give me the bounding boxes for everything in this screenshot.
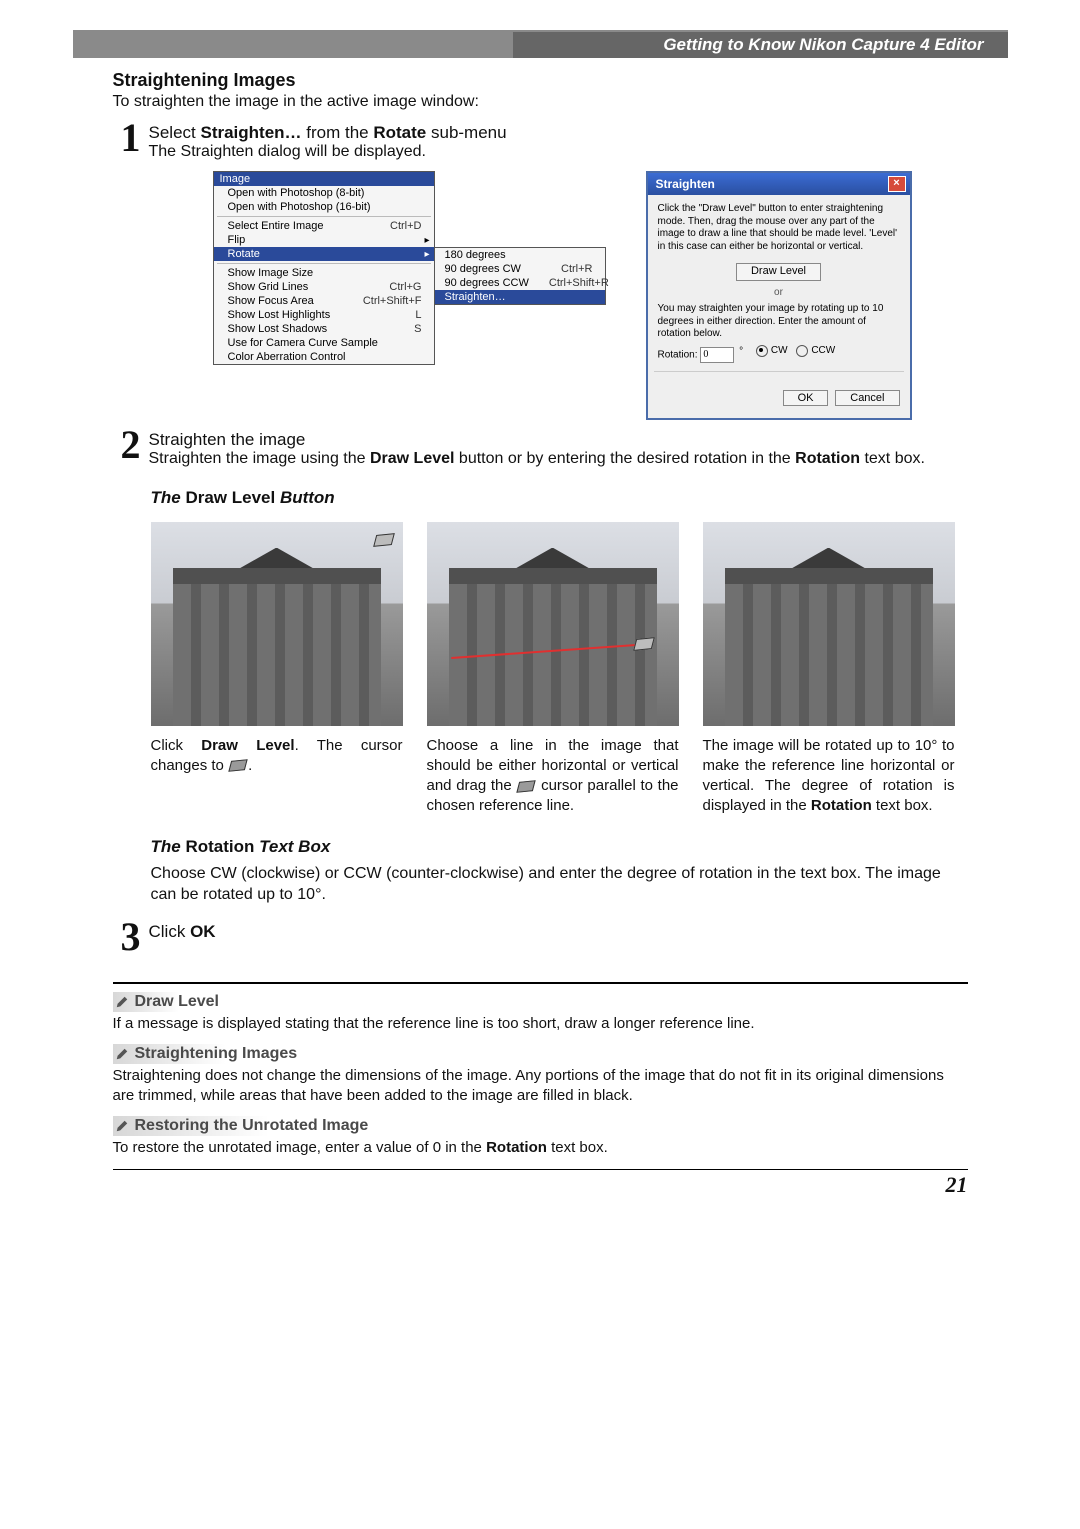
step2-title: Straighten the image: [149, 430, 968, 450]
menu-select-all[interactable]: Select Entire ImageCtrl+D: [214, 219, 434, 233]
dialog-msg2: You may straighten your image by rotatin…: [658, 303, 900, 341]
section-title: Straightening Images: [113, 70, 968, 91]
rotate-submenu: 180 degrees 90 degrees CWCtrl+R 90 degre…: [434, 247, 606, 305]
ccw-radio[interactable]: CCW: [796, 345, 835, 358]
photo-after: [703, 522, 955, 726]
menu-show-focus[interactable]: Show Focus AreaCtrl+Shift+F: [214, 294, 434, 308]
figure-menu-and-dialog: Image Open with Photoshop (8-bit) Open w…: [213, 171, 968, 420]
note-body-restoring: To restore the unrotated image, enter a …: [113, 1138, 968, 1158]
chevron-right-icon: ▸: [424, 249, 429, 260]
submenu-180[interactable]: 180 degrees: [435, 248, 605, 262]
submenu-90cw[interactable]: 90 degrees CWCtrl+R: [435, 262, 605, 276]
pencil-icon: [115, 1119, 129, 1133]
chevron-right-icon: ▸: [424, 235, 429, 246]
dialog-msg1: Click the "Draw Level" button to enter s…: [658, 203, 900, 253]
rotation-label: Rotation:: [658, 349, 698, 360]
pencil-icon: [115, 995, 129, 1009]
photo-before: [151, 522, 403, 726]
menu-camera-curve[interactable]: Use for Camera Curve Sample: [214, 336, 434, 350]
dialog-or: or: [658, 287, 900, 300]
dialog-title: Straighten: [656, 177, 715, 191]
note-heading-straightening: Straightening Images: [113, 1044, 302, 1064]
ok-button[interactable]: OK: [783, 390, 829, 406]
photo-row: Click Draw Level. The cursor changes to …: [151, 522, 968, 817]
menu-open-16bit[interactable]: Open with Photoshop (16-bit): [214, 200, 434, 214]
step1-desc: The Straighten dialog will be displayed.: [149, 143, 968, 161]
rotation-input[interactable]: [700, 347, 734, 363]
rotation-para: Choose CW (clockwise) or CCW (counter-cl…: [151, 863, 968, 906]
level-cursor-icon: [228, 759, 247, 772]
level-cursor-icon: [373, 533, 395, 547]
menu-aberration[interactable]: Color Aberration Control: [214, 350, 434, 364]
menu-show-size[interactable]: Show Image Size: [214, 266, 434, 280]
menu-title: Image: [214, 172, 434, 186]
step1-title: Select Straighten… from the Rotate sub-m…: [149, 123, 968, 143]
menu-lost-highlights[interactable]: Show Lost HighlightsL: [214, 308, 434, 322]
note-heading-drawlevel: Draw Level: [113, 992, 223, 1012]
step3-title: Click OK: [149, 922, 968, 942]
step2-desc: Straighten the image using the Draw Leve…: [149, 450, 968, 468]
note-body-straightening: Straightening does not change the dimens…: [113, 1066, 968, 1107]
step-number: 1: [113, 121, 149, 161]
note-heading-restoring: Restoring the Unrotated Image: [113, 1116, 373, 1136]
pencil-icon: [115, 1047, 129, 1061]
level-cursor-icon: [633, 637, 655, 651]
step-number: 3: [113, 920, 149, 954]
chapter-header: Getting to Know Nikon Capture 4 Editor: [513, 32, 1008, 58]
step-2: 2 Straighten the image Straighten the im…: [113, 428, 968, 468]
step-number: 2: [113, 428, 149, 468]
caption-1: Click Draw Level. The cursor changes to …: [151, 736, 403, 777]
step-3: 3 Click OK: [113, 920, 968, 954]
straighten-dialog: Straighten × Click the "Draw Level" butt…: [646, 171, 912, 420]
step-1: 1 Select Straighten… from the Rotate sub…: [113, 121, 968, 161]
menu-rotate[interactable]: Rotate▸: [214, 247, 434, 261]
caption-2: Choose a line in the image that should b…: [427, 736, 679, 817]
submenu-straighten[interactable]: Straighten…: [435, 290, 605, 304]
menu-open-8bit[interactable]: Open with Photoshop (8-bit): [214, 186, 434, 200]
notes-divider: [113, 982, 968, 984]
submenu-90ccw[interactable]: 90 degrees CCWCtrl+Shift+R: [435, 276, 605, 290]
degree-symbol: °: [739, 346, 743, 357]
cancel-button[interactable]: Cancel: [835, 390, 899, 406]
photo-dragging: [427, 522, 679, 726]
draw-level-heading: The Draw Level Button: [151, 488, 968, 508]
cw-radio[interactable]: CW: [756, 345, 788, 358]
image-menu: Image Open with Photoshop (8-bit) Open w…: [213, 171, 435, 365]
page-number: 21: [113, 1169, 968, 1198]
caption-3: The image will be rotated up to 10° to m…: [703, 736, 955, 817]
level-cursor-icon: [517, 780, 536, 793]
note-body-drawlevel: If a message is displayed stating that t…: [113, 1014, 968, 1034]
rotation-box-heading: The Rotation Text Box: [151, 837, 968, 857]
menu-lost-shadows[interactable]: Show Lost ShadowsS: [214, 322, 434, 336]
page-top-band: Getting to Know Nikon Capture 4 Editor: [73, 30, 1008, 58]
draw-level-button[interactable]: Draw Level: [736, 263, 821, 281]
section-intro: To straighten the image in the active im…: [113, 93, 968, 111]
close-icon[interactable]: ×: [888, 176, 906, 192]
menu-flip[interactable]: Flip▸: [214, 233, 434, 247]
menu-show-grid[interactable]: Show Grid LinesCtrl+G: [214, 280, 434, 294]
